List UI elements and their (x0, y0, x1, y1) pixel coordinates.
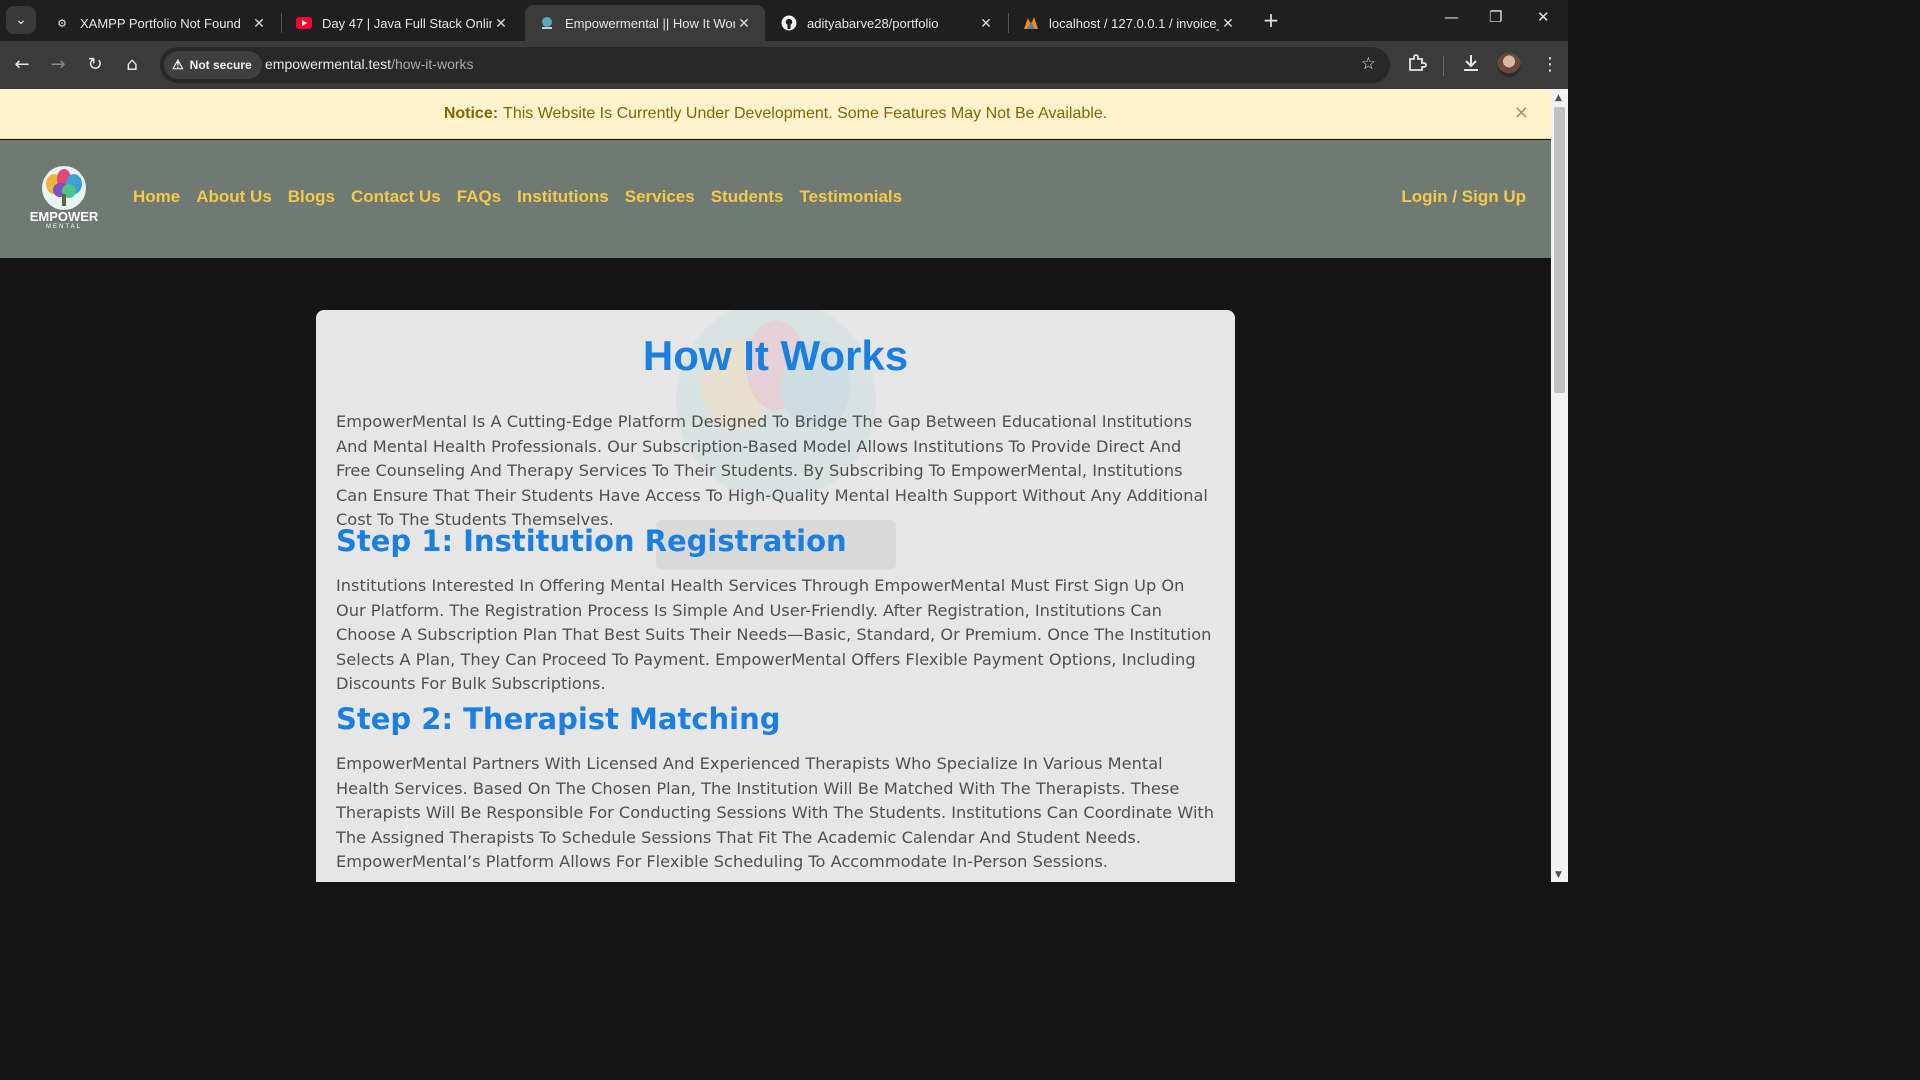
tab-title: XAMPP Portfolio Not Found (80, 15, 241, 31)
nav-institutions[interactable]: Institutions (517, 187, 609, 207)
notice-label: Notice: (443, 104, 499, 122)
site-icon (539, 15, 555, 31)
tab-youtube[interactable]: Day 47 | Java Full Stack Online T ✕ (282, 5, 522, 41)
back-arrow-icon[interactable]: ← (9, 52, 35, 78)
page-title: How It Works (642, 332, 909, 379)
notice-text: This Website Is Currently Under Developm… (503, 104, 1108, 122)
close-tab-icon[interactable]: ✕ (1219, 15, 1237, 32)
warning-triangle-icon: ⚠ (172, 57, 184, 72)
nav-faqs[interactable]: FAQs (457, 187, 501, 207)
logo-wordmark: EMPOWER (29, 209, 99, 224)
tab-empowermental[interactable]: Empowermental || How It Works ✕ (525, 5, 765, 41)
page-viewport: Notice: This Website Is Currently Under … (0, 89, 1551, 882)
close-tab-icon[interactable]: ✕ (492, 15, 510, 32)
extensions-puzzle-icon[interactable] (1407, 53, 1427, 80)
step-1-heading: Step 1: Institution Registration (336, 524, 847, 558)
empowermental-logo[interactable]: EMPOWER MENTAL (27, 164, 101, 232)
main-navigation: Home About Us Blogs Contact Us FAQs Inst… (133, 187, 902, 207)
close-window-icon[interactable]: ✕ (1537, 8, 1550, 26)
xampp-icon: ⚙ (57, 17, 67, 30)
nav-about-us[interactable]: About Us (196, 187, 272, 207)
tab-title: Empowermental || How It Works (565, 15, 735, 31)
chevron-down-icon: ⌄ (15, 12, 27, 28)
development-notice-banner: Notice: This Website Is Currently Under … (0, 89, 1551, 139)
step-2-paragraph: EmpowerMental Partners With Licensed And… (336, 754, 1215, 871)
how-it-works-card: How It Works EmpowerMental Is A Cutting-… (316, 310, 1235, 882)
tab-title: adityabarve28/portfolio (807, 15, 939, 31)
nav-services[interactable]: Services (625, 187, 695, 207)
tab-github[interactable]: adityabarve28/portfolio ✕ (767, 5, 1007, 41)
scrollbar-thumb[interactable] (1554, 107, 1565, 393)
phpmyadmin-icon (1023, 15, 1039, 31)
tab-phpmyadmin[interactable]: localhost / 127.0.0.1 / invoice_n ✕ (1009, 5, 1249, 41)
nav-contact-us[interactable]: Contact Us (351, 187, 441, 207)
youtube-icon (296, 15, 312, 31)
scroll-up-arrow-icon[interactable]: ▲ (1555, 93, 1562, 103)
reload-icon[interactable]: ↻ (82, 52, 108, 78)
scroll-down-arrow-icon[interactable]: ▼ (1555, 870, 1562, 880)
security-indicator[interactable]: ⚠ Not secure (164, 51, 262, 79)
github-icon (781, 15, 797, 31)
address-bar[interactable]: ⚠ Not secure empowermental.test/how-it-w… (160, 47, 1390, 83)
bookmark-star-icon[interactable]: ☆ (1361, 54, 1376, 74)
tab-xampp[interactable]: ⚙ XAMPP Portfolio Not Found ✕ (40, 5, 280, 41)
nav-testimonials[interactable]: Testimonials (799, 187, 902, 207)
close-icon[interactable]: ✕ (1514, 103, 1529, 124)
download-icon[interactable] (1461, 53, 1481, 80)
close-tab-icon[interactable]: ✕ (735, 15, 753, 32)
more-menu-icon[interactable]: ⋮ (1541, 53, 1559, 77)
step-1-paragraph: Institutions Interested In Offering Ment… (336, 576, 1212, 693)
browser-toolbar: ← → ↻ ⌂ ⚠ Not secure empowermental.test/… (0, 41, 1568, 89)
browser-tab-strip: ⌄ ⚙ XAMPP Portfolio Not Found ✕ Day 47 |… (0, 0, 1568, 41)
nav-blogs[interactable]: Blogs (288, 187, 335, 207)
intro-paragraph: EmpowerMental Is A Cutting-Edge Platform… (336, 412, 1208, 529)
tab-search-button[interactable]: ⌄ (6, 6, 36, 34)
tab-title: Day 47 | Java Full Stack Online T (322, 15, 492, 31)
security-label: Not secure (189, 58, 252, 72)
new-tab-button[interactable]: + (1260, 9, 1282, 31)
page-scrollbar[interactable]: ▲ ▼ (1551, 89, 1568, 882)
url-text[interactable]: empowermental.test/how-it-works (265, 56, 474, 72)
toolbar-divider (1443, 56, 1444, 76)
url-path: /how-it-works (391, 56, 474, 72)
url-host: empowermental.test (265, 56, 392, 72)
home-icon[interactable]: ⌂ (119, 52, 145, 78)
step-2-heading: Step 2: Therapist Matching (336, 702, 781, 736)
forward-arrow-icon[interactable]: → (45, 52, 71, 78)
minimize-icon[interactable]: — (1444, 8, 1459, 26)
nav-home[interactable]: Home (133, 187, 180, 207)
site-header: EMPOWER MENTAL Home About Us Blogs Conta… (0, 140, 1551, 258)
close-tab-icon[interactable]: ✕ (977, 15, 995, 32)
tab-title: localhost / 127.0.0.1 / invoice_n (1049, 15, 1219, 31)
nav-students[interactable]: Students (711, 187, 784, 207)
logo-brain-icon (42, 166, 86, 210)
restore-icon[interactable]: ❐ (1489, 8, 1502, 26)
logo-subtitle: MENTAL (46, 224, 82, 230)
profile-avatar[interactable] (1497, 53, 1521, 77)
close-tab-icon[interactable]: ✕ (250, 15, 268, 32)
login-signup-link[interactable]: Login / Sign Up (1401, 187, 1526, 207)
